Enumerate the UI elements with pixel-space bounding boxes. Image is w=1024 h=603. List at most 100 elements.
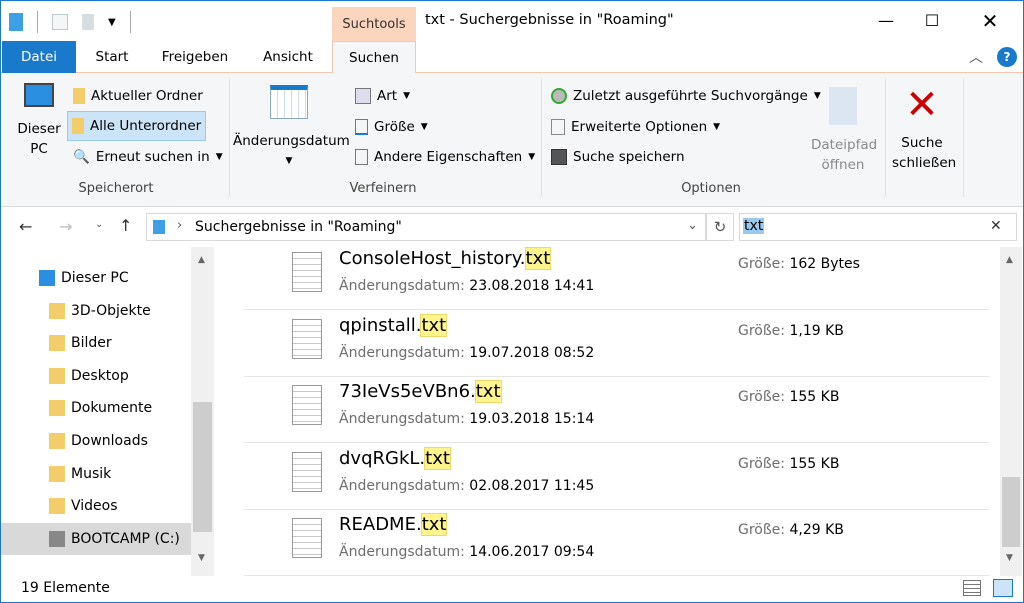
- date-label: Änderungsdatum:: [339, 544, 465, 560]
- nav-item[interactable]: Dokumente: [1, 392, 191, 424]
- file-item[interactable]: README.txt Änderungsdatum: 14.06.2017 09…: [244, 510, 989, 576]
- nav-item[interactable]: Desktop: [1, 360, 191, 392]
- zuletzt-suchvorgaenge-button[interactable]: Zuletzt ausgeführte Suchvorgänge ▼: [547, 83, 825, 109]
- file-item[interactable]: 73IeVs5eVBn6.txt Änderungsdatum: 19.03.2…: [244, 377, 989, 443]
- file-name-base: README.: [339, 514, 422, 535]
- nav-scrollbar[interactable]: ▲ ▼: [191, 247, 214, 576]
- nav-scrollbar-thumb[interactable]: [193, 402, 212, 532]
- date-value: 23.08.2018 14:41: [469, 278, 595, 294]
- breadcrumb[interactable]: Suchergebnisse in "Roaming": [195, 219, 402, 235]
- search-input[interactable]: txt ✕: [739, 213, 1017, 241]
- nav-item[interactable]: Dieser PC: [1, 262, 191, 294]
- size-label: Größe:: [738, 322, 786, 339]
- file-name-base: ConsoleHost_history.: [339, 248, 526, 269]
- nav-item[interactable]: 3D-Objekte: [1, 295, 191, 327]
- calendar-icon: [270, 85, 308, 119]
- details-view-icon[interactable]: [963, 580, 981, 596]
- size-value: 1,19 KB: [789, 322, 844, 339]
- file-size: Größe: 1,19 KB: [738, 323, 844, 339]
- date-label: Änderungsdatum:: [339, 477, 465, 494]
- subfolders-icon: [72, 118, 84, 134]
- scroll-down-icon[interactable]: ▼: [1006, 553, 1013, 563]
- file-name-base: qpinstall.: [339, 314, 422, 336]
- file-item[interactable]: qpinstall.txt Änderungsdatum: 19.07.2018…: [244, 311, 989, 377]
- date-value: 14.06.2017 09:54: [469, 544, 595, 560]
- large-icons-view-icon[interactable]: [993, 579, 1013, 597]
- file-size: Größe: 162 Bytes: [738, 256, 860, 272]
- desktop-icon: [49, 367, 65, 384]
- file-date: Änderungsdatum: 19.07.2018 08:52: [339, 345, 594, 361]
- nav-item-label: Dieser PC: [61, 270, 129, 286]
- music-icon: [49, 465, 65, 482]
- nav-item-label: Desktop: [71, 367, 129, 384]
- scroll-down-icon[interactable]: ▼: [198, 553, 205, 563]
- scroll-up-icon[interactable]: ▲: [198, 255, 205, 265]
- file-list-scrollbar-thumb[interactable]: [1002, 477, 1020, 547]
- nav-item[interactable]: BOOTCAMP (C:): [1, 522, 191, 555]
- suche-speichern-button[interactable]: Suche speichern: [547, 144, 689, 170]
- nav-item[interactable]: Videos: [1, 490, 191, 522]
- aenderungsdatum-button[interactable]: Änderungsdatum ▼: [233, 85, 350, 171]
- divider: [37, 11, 38, 33]
- tab-suchen[interactable]: Suchen: [332, 41, 416, 74]
- alle-unterordner-button[interactable]: Alle Unterordner: [67, 111, 207, 141]
- help-icon[interactable]: ?: [997, 47, 1017, 67]
- file-item[interactable]: dvqRGkL.txt Änderungsdatum: 02.08.2017 1…: [244, 444, 989, 510]
- file-date: Änderungsdatum: 14.06.2017 09:54: [339, 544, 594, 560]
- chevron-down-icon: ▼: [215, 152, 223, 162]
- chevron-down-icon[interactable]: ⌄: [687, 218, 698, 233]
- kind-icon: [355, 88, 371, 104]
- up-button[interactable]: ↑: [119, 216, 132, 235]
- nav-item[interactable]: Musik: [1, 458, 191, 490]
- forward-button[interactable]: →: [59, 217, 72, 236]
- nav-item-label: Videos: [71, 498, 118, 515]
- text-file-icon: [292, 252, 322, 292]
- ribbon: Dieser PC Aktueller Ordner Alle Unterord…: [1, 73, 1023, 207]
- collapse-ribbon-icon[interactable]: ︿: [969, 47, 983, 67]
- dieser-pc-button[interactable]: Dieser PC: [13, 83, 65, 159]
- aktueller-ordner-button[interactable]: Aktueller Ordner: [69, 83, 207, 109]
- computer-icon: [24, 83, 54, 107]
- file-item[interactable]: ConsoleHost_history.txt Änderungsdatum: …: [244, 244, 989, 310]
- status-bar: 19 Elemente: [1, 576, 1023, 602]
- file-list-scrollbar[interactable]: ▲ ▼: [1000, 247, 1022, 576]
- erneut-suchen-button[interactable]: 🔍 Erneut suchen in ▼: [69, 144, 227, 170]
- groesse-button[interactable]: Größe ▼: [351, 114, 432, 140]
- nav-item-label: Musik: [71, 465, 112, 482]
- tab-ansicht[interactable]: Ansicht: [253, 41, 323, 73]
- nav-item[interactable]: Bilder: [1, 327, 191, 359]
- open-location-icon: [829, 87, 857, 125]
- tab-freigeben[interactable]: Freigeben: [153, 41, 237, 73]
- clear-search-icon[interactable]: ✕: [990, 218, 1002, 234]
- tab-datei[interactable]: Datei: [2, 41, 76, 73]
- search-match-highlight: txt: [474, 380, 502, 403]
- address-field[interactable]: › Suchergebnisse in "Roaming" ⌄: [146, 213, 706, 241]
- customize-dropdown-icon[interactable]: ▼: [108, 17, 116, 28]
- back-button[interactable]: ←: [19, 217, 32, 236]
- minimize-button[interactable]: —: [863, 1, 909, 41]
- nav-item[interactable]: Downloads: [1, 425, 191, 457]
- date-value: 19.07.2018 08:52: [469, 344, 595, 361]
- file-name: qpinstall.txt: [339, 313, 448, 337]
- properties-icon[interactable]: [52, 14, 68, 30]
- maximize-button[interactable]: ☐: [909, 1, 955, 41]
- tab-start[interactable]: Start: [87, 41, 137, 73]
- explorer-icon[interactable]: [9, 13, 23, 31]
- erweiterte-optionen-button[interactable]: Erweiterte Optionen ▼: [547, 114, 724, 140]
- close-search-icon: ✕: [905, 82, 939, 128]
- scroll-up-icon[interactable]: ▲: [1006, 255, 1013, 265]
- refresh-button[interactable]: ↻: [706, 213, 734, 241]
- chevron-down-icon: ▼: [285, 156, 293, 166]
- andere-eigenschaften-button[interactable]: Andere Eigenschaften ▼: [351, 144, 539, 170]
- divider: [129, 11, 131, 33]
- new-folder-icon[interactable]: [82, 14, 94, 30]
- dateipfad-oeffnen-button[interactable]: Dateipfad öffnen: [807, 87, 879, 175]
- date-value: 02.08.2017 11:45: [469, 477, 595, 494]
- group-label-optionen: Optionen: [681, 181, 741, 196]
- close-button[interactable]: ✕: [967, 1, 1013, 41]
- search-results-icon: [153, 220, 165, 234]
- chevron-down-icon: ▼: [713, 122, 721, 132]
- suche-schliessen-button[interactable]: ✕ Suche schließen: [889, 82, 956, 173]
- recent-locations-icon[interactable]: ⌄: [95, 219, 103, 230]
- art-button[interactable]: Art ▼: [351, 83, 414, 109]
